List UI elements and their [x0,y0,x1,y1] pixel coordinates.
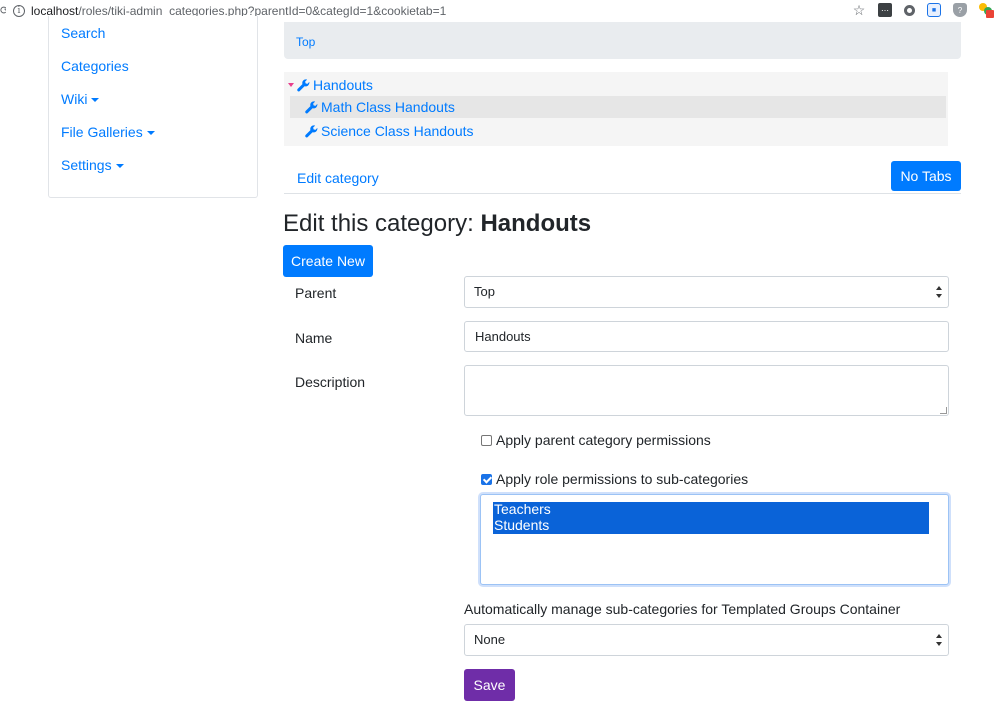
tree-item-science-class-handouts[interactable]: Science Class Handouts [305,120,474,142]
page-title: Edit this category: Handouts [283,210,592,237]
description-label: Description [295,374,366,390]
category-tree: Handouts Math Class Handouts Science Cla… [284,72,948,146]
description-textarea[interactable] [464,365,949,416]
parent-label: Parent [295,285,337,301]
wrench-icon [297,78,310,91]
auto-manage-select[interactable]: None [464,624,949,656]
select-arrows-icon [936,634,942,646]
apply-role-permissions-checkbox[interactable] [481,473,492,485]
role-option-teachers[interactable]: Teachers [493,502,929,518]
tab-edit-category[interactable]: Edit category [297,170,379,186]
breadcrumb-top-link[interactable]: Top [296,35,315,49]
apply-parent-permissions-checkbox[interactable] [481,434,492,446]
extension-color-icon[interactable] [979,3,994,18]
admin-sidebar: Search Categories Wiki File Galleries Se… [48,16,258,198]
apply-role-permissions-option[interactable]: Apply role permissions to sub-categories [481,471,748,487]
tabs-bar: Edit category No Tabs [284,161,961,194]
reload-icon[interactable]: ⟳ [0,4,6,17]
save-button[interactable]: Save [464,669,515,701]
role-option-students[interactable]: Students [493,518,929,534]
caret-down-icon[interactable] [288,83,294,87]
wrench-icon [305,100,318,113]
bookmark-star-icon[interactable]: ☆ [852,2,866,18]
name-input[interactable] [464,321,949,352]
name-label: Name [295,330,333,346]
wrench-icon [305,124,318,137]
chevron-down-icon [115,164,124,169]
info-icon[interactable]: i [13,5,25,17]
sidebar-item-categories[interactable]: Categories [61,58,129,74]
chevron-down-icon [146,131,155,136]
tree-item-handouts[interactable]: Handouts [288,74,373,96]
extension-blue-icon[interactable]: ■ [927,3,941,17]
apply-parent-permissions-option[interactable]: Apply parent category permissions [481,432,711,448]
browser-extensions: ☆ ⋯ ■ ? [852,2,994,18]
sidebar-item-wiki[interactable]: Wiki [61,91,100,107]
extension-shield-icon[interactable]: ? [953,3,967,17]
roles-multiselect[interactable]: Teachers Students [480,494,949,585]
chevron-down-icon [91,98,100,103]
no-tabs-button[interactable]: No Tabs [891,161,961,191]
sidebar-item-file-galleries[interactable]: File Galleries [61,124,155,140]
resize-handle-icon[interactable] [940,407,947,414]
breadcrumb: Top [284,22,961,59]
extension-dark-icon[interactable]: ⋯ [878,3,892,17]
tree-item-math-class-handouts[interactable]: Math Class Handouts [290,96,946,118]
sidebar-item-settings[interactable]: Settings [61,157,124,173]
select-arrows-icon [936,286,942,298]
parent-select[interactable]: Top [464,276,949,308]
create-new-button[interactable]: Create New [283,245,373,277]
extension-circle-icon[interactable] [904,4,915,16]
auto-manage-label: Automatically manage sub-categories for … [464,601,901,617]
sidebar-item-search[interactable]: Search [61,25,105,41]
